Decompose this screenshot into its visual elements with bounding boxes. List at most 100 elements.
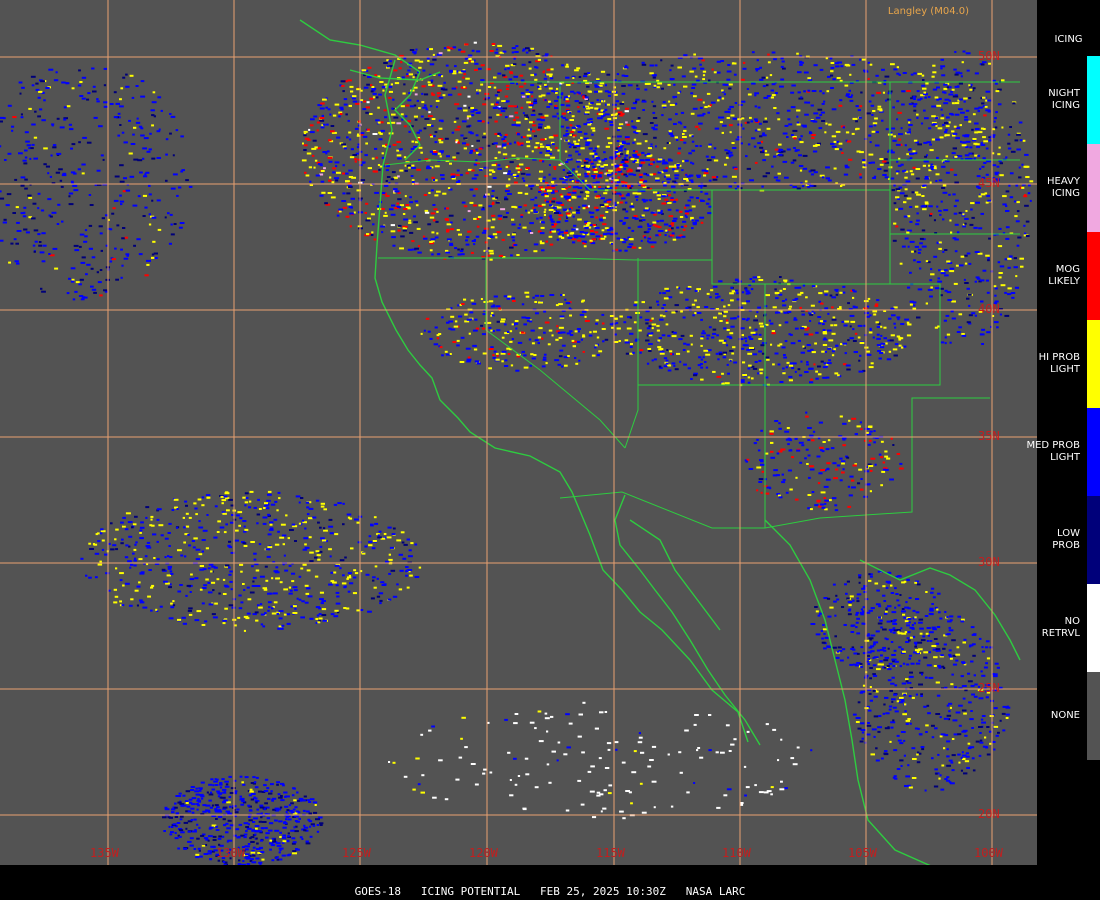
icing-pixel bbox=[868, 100, 872, 103]
icing-pixel bbox=[840, 185, 843, 187]
icing-pixel bbox=[814, 504, 819, 507]
icing-pixel bbox=[320, 170, 325, 172]
icing-pixel bbox=[794, 286, 800, 289]
icing-pixel bbox=[604, 227, 609, 230]
icing-pixel bbox=[476, 92, 479, 95]
icing-pixel bbox=[96, 271, 99, 274]
icing-pixel bbox=[414, 247, 419, 250]
icing-pixel bbox=[55, 171, 61, 174]
icing-pixel bbox=[998, 146, 1001, 149]
icing-pixel bbox=[374, 191, 379, 194]
icing-pixel bbox=[111, 258, 116, 261]
icing-pixel bbox=[830, 66, 835, 69]
icing-pixel bbox=[301, 159, 307, 162]
icing-pixel bbox=[342, 192, 346, 195]
icing-pixel bbox=[339, 106, 344, 109]
icing-pixel bbox=[400, 148, 403, 151]
icing-pixel bbox=[342, 206, 347, 209]
icing-pixel bbox=[132, 133, 135, 136]
icing-pixel bbox=[243, 530, 247, 533]
icing-pixel bbox=[754, 92, 759, 95]
icing-pixel bbox=[416, 99, 419, 102]
icing-pixel bbox=[449, 70, 453, 73]
icing-pixel bbox=[964, 262, 968, 265]
icing-pixel bbox=[407, 120, 411, 123]
icing-pixel bbox=[933, 255, 938, 258]
icing-pixel bbox=[557, 149, 560, 152]
icing-pixel bbox=[201, 602, 205, 605]
icing-pixel bbox=[277, 627, 282, 630]
icing-pixel bbox=[783, 311, 788, 314]
icing-pixel bbox=[116, 224, 120, 227]
icing-pixel bbox=[799, 169, 803, 172]
icing-pixel bbox=[634, 195, 639, 198]
icing-pixel bbox=[738, 306, 743, 309]
icing-pixel bbox=[572, 211, 577, 214]
icing-pixel bbox=[377, 536, 382, 539]
icing-pixel bbox=[145, 506, 150, 509]
icing-pixel bbox=[668, 215, 674, 218]
icing-pixel bbox=[772, 306, 777, 309]
icing-pixel bbox=[636, 198, 639, 201]
icing-pixel bbox=[614, 164, 620, 167]
icing-pixel bbox=[942, 91, 946, 94]
icing-pixel bbox=[167, 567, 172, 570]
icing-pixel bbox=[796, 187, 801, 190]
icing-pixel bbox=[804, 113, 809, 116]
icing-pixel bbox=[676, 164, 680, 167]
icing-pixel bbox=[410, 175, 414, 177]
icing-pixel bbox=[526, 95, 530, 98]
icing-pixel bbox=[837, 374, 840, 377]
icing-pixel bbox=[675, 102, 678, 105]
icing-pixel bbox=[825, 166, 830, 169]
icing-pixel bbox=[146, 263, 150, 266]
icing-pixel bbox=[778, 427, 782, 430]
icing-pixel bbox=[1013, 266, 1018, 269]
icing-pixel bbox=[56, 117, 60, 120]
icing-pixel bbox=[700, 200, 705, 202]
icing-pixel bbox=[913, 72, 917, 75]
icing-pixel bbox=[670, 134, 675, 137]
icing-pixel bbox=[515, 167, 521, 170]
icing-pixel bbox=[734, 102, 738, 104]
icing-pixel bbox=[958, 82, 963, 85]
icing-pixel bbox=[511, 233, 516, 236]
icing-pixel bbox=[267, 513, 271, 516]
icing-pixel bbox=[508, 178, 511, 181]
icing-pixel bbox=[965, 210, 968, 212]
icing-pixel bbox=[562, 169, 565, 171]
icing-pixel bbox=[512, 239, 515, 242]
icing-pixel bbox=[676, 286, 679, 289]
icing-pixel bbox=[338, 210, 342, 213]
icing-pixel bbox=[961, 144, 967, 147]
icing-pixel bbox=[398, 588, 403, 591]
icing-pixel bbox=[170, 223, 173, 226]
icing-pixel bbox=[812, 150, 818, 153]
icing-pixel bbox=[564, 195, 569, 198]
icing-pixel bbox=[673, 191, 676, 194]
icing-pixel bbox=[39, 251, 45, 254]
icing-pixel bbox=[381, 231, 384, 234]
icing-pixel bbox=[368, 540, 373, 543]
icing-pixel bbox=[980, 144, 986, 146]
icing-pixel bbox=[472, 204, 478, 207]
icing-pixel bbox=[603, 233, 607, 236]
icing-pixel bbox=[22, 215, 27, 218]
icing-pixel bbox=[982, 96, 986, 99]
icing-pixel bbox=[524, 192, 529, 195]
icing-pixel bbox=[689, 70, 694, 73]
icing-pixel bbox=[697, 176, 701, 178]
icing-pixel bbox=[758, 279, 764, 281]
icing-pixel bbox=[851, 486, 856, 489]
icing-pixel bbox=[353, 211, 356, 214]
icing-pixel bbox=[817, 108, 823, 111]
icing-pixel bbox=[129, 74, 134, 77]
icing-pixel bbox=[850, 320, 856, 323]
icing-pixel bbox=[831, 306, 834, 309]
icing-pixel bbox=[646, 230, 650, 233]
icing-pixel bbox=[842, 422, 847, 425]
icing-pixel bbox=[315, 550, 320, 553]
icing-pixel bbox=[267, 493, 272, 496]
icing-pixel bbox=[807, 89, 811, 92]
icing-pixel bbox=[667, 369, 672, 372]
